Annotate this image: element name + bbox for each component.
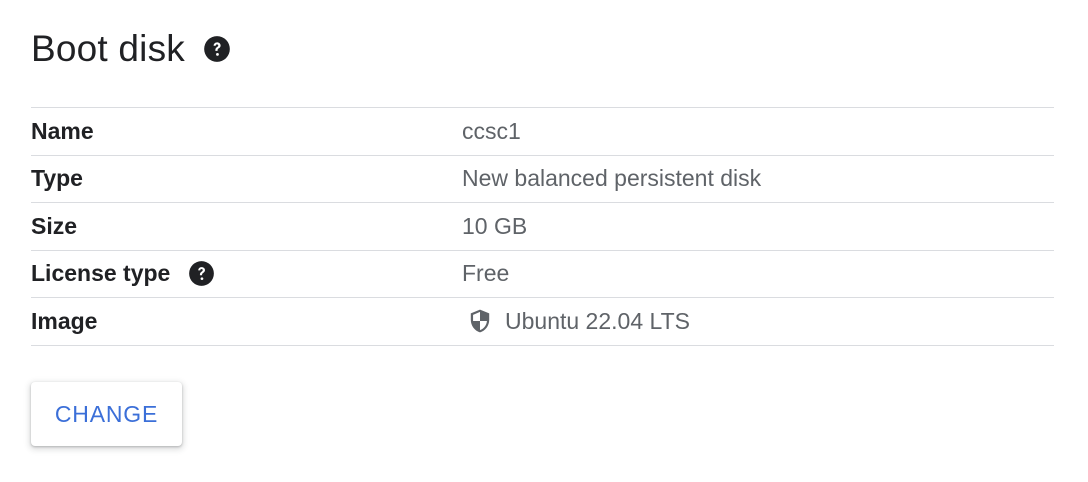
row-value-size: 10 GB [462, 213, 527, 240]
boot-disk-details-table: Name ccsc1 Type New balanced persistent … [31, 107, 1054, 346]
license-type-value: Free [462, 260, 510, 287]
help-icon[interactable] [203, 35, 231, 63]
disk-type-value: New balanced persistent disk [462, 165, 762, 192]
table-row-size: Size 10 GB [31, 203, 1054, 251]
row-label-type: Type [31, 165, 83, 192]
image-value: Ubuntu 22.04 LTS [505, 307, 690, 334]
disk-size-value: 10 GB [462, 212, 528, 239]
row-value-license-type: Free [462, 260, 509, 287]
boot-disk-heading: Boot disk [31, 26, 231, 72]
page-title: Boot disk [31, 28, 185, 69]
disk-name-value: ccsc1 [462, 117, 521, 144]
license-type-label: License type [31, 260, 171, 287]
row-value-type: New balanced persistent disk [462, 165, 761, 192]
license-help-icon[interactable] [188, 260, 215, 287]
row-label-license-type: License type [31, 260, 462, 287]
change-button[interactable]: CHANGE [31, 382, 182, 446]
row-label-name: Name [31, 117, 94, 144]
shield-icon [467, 308, 493, 334]
table-row-license-type: License type Free [31, 251, 1054, 298]
row-label-size: Size [31, 212, 78, 239]
row-value-image: Ubuntu 22.04 LTS [462, 308, 690, 335]
table-row-image: Image Ubuntu 22.04 LTS [31, 298, 1054, 346]
table-row-type: Type New balanced persistent disk [31, 156, 1054, 203]
row-label-image: Image [31, 307, 98, 334]
table-row-name: Name ccsc1 [31, 108, 1054, 156]
row-value-name: ccsc1 [462, 118, 521, 145]
